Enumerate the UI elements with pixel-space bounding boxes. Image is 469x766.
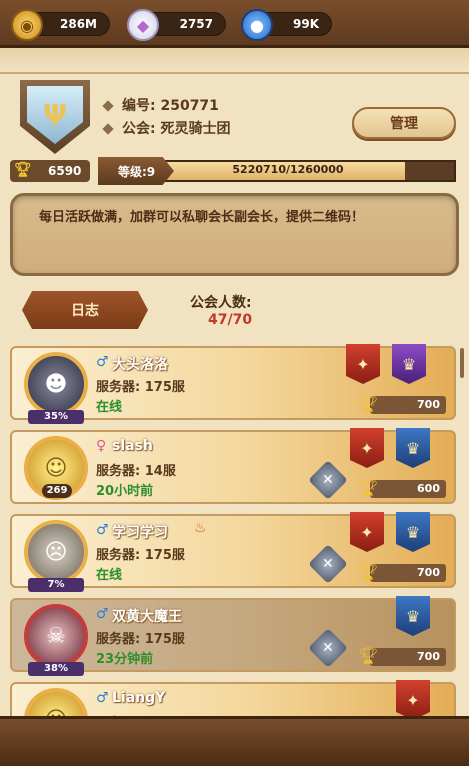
member-name: 双黄大魔王	[112, 609, 182, 625]
member-list[interactable]: ☻ 35% ♂ 大头洛洛 服务器: 175服 在线 ✦ ♛ 🏆︎ 700 ☺ 2…	[0, 344, 469, 720]
member-status: 在线	[96, 400, 123, 415]
member-status: 在线	[96, 568, 123, 583]
member-list-scrollbar[interactable]	[460, 348, 464, 378]
member-score: 🏆︎ 700	[358, 394, 446, 414]
member-name: 大头洛洛	[112, 357, 168, 373]
member-count-value: 47/70	[208, 312, 253, 328]
member-row[interactable]: ☺ 269 ♀ slash 服务器: 14服 20小时前 ✕ ✦ ♛ 🏆︎ 60…	[10, 428, 456, 504]
avatar[interactable]: ☻	[24, 352, 88, 416]
guild-emblem: Ψ	[20, 80, 90, 154]
member-row[interactable]: ☺ ♂ LiangY 服务器: 194服 ✦	[10, 680, 456, 720]
avatar[interactable]: ☠	[24, 604, 88, 668]
member-server: 服务器: 175服	[96, 632, 185, 647]
currency-bar: ◉ 286M ◆ 2757 ● 99K	[0, 0, 469, 48]
rank-banner-icon: ♛	[396, 596, 430, 636]
log-button[interactable]: 日志	[22, 291, 148, 329]
member-name: LiangY	[112, 690, 166, 706]
rank-banner-icon: ♛	[396, 512, 430, 552]
trophy-icon: 🏆︎	[358, 478, 379, 497]
gender-icon: ♀	[96, 438, 107, 454]
rank-banner-icon: ✦	[346, 344, 380, 384]
rank-banner-icon: ♛	[396, 428, 430, 468]
trophy-value: 6590	[48, 164, 82, 178]
avatar[interactable]: ☹	[24, 520, 88, 584]
gold-currency: ◉ 286M	[11, 9, 110, 41]
exp-text: 5220710/1260000	[232, 163, 344, 176]
panel-frame-bottom	[0, 716, 469, 766]
member-name: slash	[112, 438, 153, 454]
member-row[interactable]: ☠ 38% ♂ 双黄大魔王 服务器: 175服 23分钟前 ✕ ♛ 🏆︎ 700	[10, 596, 456, 676]
rank-banner-icon: ✦	[396, 680, 430, 720]
bullet-icon	[102, 123, 114, 135]
gender-icon: ♂	[96, 522, 109, 538]
orb-icon: ●	[241, 9, 273, 41]
diamond-value: 2757	[179, 17, 213, 31]
member-server: 服务器: 14服	[96, 464, 176, 479]
panel-frame-top	[0, 48, 469, 74]
rank-banner-icon: ♛	[392, 344, 426, 384]
trophy-icon: 🏆︎	[14, 162, 32, 178]
member-score: 🏆︎ 600	[358, 478, 446, 498]
member-score: 🏆︎ 700	[358, 562, 446, 582]
gender-icon: ♂	[96, 606, 109, 622]
member-badge: 269	[42, 484, 72, 498]
rank-banner-icon: ✦	[350, 512, 384, 552]
member-score: 🏆︎ 700	[358, 646, 446, 666]
gold-value: 286M	[60, 17, 97, 31]
trophy-icon: 🏆︎	[358, 394, 379, 413]
guild-id: 编号: 250771	[102, 95, 219, 115]
crossed-swords-icon: ✕	[308, 460, 348, 500]
crossed-swords-icon: ✕	[308, 544, 348, 584]
guild-notice-box[interactable]: 每日活跃做满，加群可以私聊会长副会长，提供二维码！	[10, 193, 459, 276]
trophy-icon: 🏆︎	[358, 646, 379, 665]
member-status: 20小时前	[96, 484, 154, 499]
orb-value: 99K	[293, 17, 319, 31]
member-status: 23分钟前	[96, 652, 154, 667]
member-server: 服务器: 175服	[96, 548, 185, 563]
guild-trophies: 🏆︎ 6590	[10, 160, 90, 182]
gender-icon: ♂	[96, 354, 109, 370]
member-badge: 7%	[28, 578, 84, 592]
guild-name: 公会: 死灵骑士团	[102, 118, 230, 138]
orb-currency: ● 99K	[241, 9, 332, 41]
diamond-currency: ◆ 2757	[127, 9, 226, 41]
trophy-icon: 🏆︎	[358, 562, 379, 581]
level-tag: 等级:9	[98, 157, 174, 185]
manage-button[interactable]: 管理	[352, 107, 456, 139]
diamond-icon: ◆	[127, 9, 159, 41]
gender-icon: ♂	[96, 690, 109, 706]
member-badge: 35%	[28, 410, 84, 424]
member-count-label: 公会人数:	[190, 295, 252, 311]
guild-notice-text: 每日活跃做满，加群可以私聊会长副会长，提供二维码！	[39, 210, 365, 225]
member-badge: 38%	[28, 662, 84, 676]
member-name: 学习学习	[112, 525, 168, 541]
bullet-icon	[102, 100, 114, 112]
fire-icon: ♨	[194, 520, 207, 536]
member-server: 服务器: 175服	[96, 380, 185, 395]
member-row[interactable]: ☻ 35% ♂ 大头洛洛 服务器: 175服 在线 ✦ ♛ 🏆︎ 700	[10, 344, 456, 424]
trident-icon: Ψ	[27, 86, 83, 144]
member-row[interactable]: ☹ 7% ♂ 学习学习 ♨ 服务器: 175服 在线 ✕ ✦ ♛ 🏆︎ 700	[10, 512, 456, 592]
coin-icon: ◉	[11, 9, 43, 41]
crossed-swords-icon: ✕	[308, 628, 348, 668]
rank-banner-icon: ✦	[350, 428, 384, 468]
